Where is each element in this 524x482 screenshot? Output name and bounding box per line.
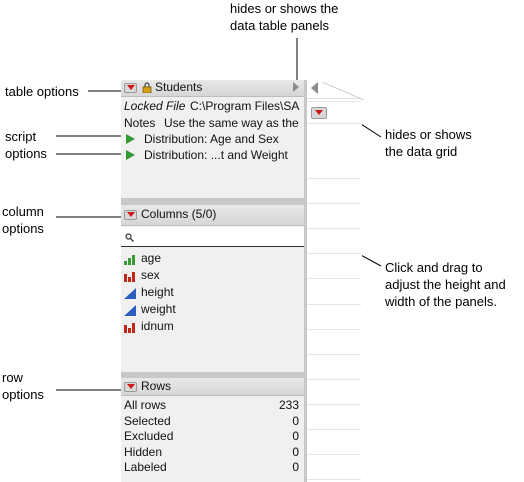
rows-panel-header: Rows <box>121 378 304 396</box>
locked-file-label: Locked File <box>124 99 186 113</box>
grid-red-triangle-button[interactable] <box>311 107 327 119</box>
search-icon <box>125 233 134 242</box>
row-state-count: 0 <box>292 445 299 459</box>
columns-panel: Columns (5/0) age sex height weight idnu… <box>121 205 304 372</box>
nominal-icon <box>124 272 135 282</box>
row-state-label: Selected <box>124 414 171 428</box>
row-state-label: All rows <box>124 398 167 412</box>
grid-row-line <box>307 429 361 430</box>
row-state-count: 233 <box>278 398 299 412</box>
grid-row-line <box>307 178 361 179</box>
grid-row-line <box>307 379 361 380</box>
notes-label: Notes <box>124 116 156 130</box>
grid-row-line <box>307 253 361 254</box>
script-item[interactable]: Distribution: ...t and Weight <box>126 148 304 163</box>
row-state-item[interactable]: Excluded 0 <box>121 429 301 445</box>
table-panel-header: Students <box>121 80 304 97</box>
run-script-icon[interactable] <box>126 134 135 144</box>
columns-title: Columns (5/0) <box>141 207 217 221</box>
column-list-item[interactable]: age <box>124 251 302 267</box>
grid-row-line <box>307 404 361 405</box>
column-list-item[interactable]: sex <box>124 268 302 284</box>
locked-file-path: C:\Program Files\SA <box>190 99 300 113</box>
continuous-icon <box>124 305 136 316</box>
row-state-count: 0 <box>292 414 299 428</box>
grid-row-line <box>307 304 361 305</box>
nominal-icon <box>124 323 135 333</box>
row-state-item[interactable]: Hidden 0 <box>121 445 301 461</box>
grid-row-line <box>307 123 361 124</box>
continuous-icon <box>124 288 136 299</box>
panel-splitter[interactable] <box>121 198 304 205</box>
row-state-label: Labeled <box>124 460 167 474</box>
ordinal-icon <box>124 255 135 265</box>
grid-row-line <box>307 354 361 355</box>
rows-title: Rows <box>141 379 172 393</box>
table-red-triangle-button[interactable] <box>124 83 137 93</box>
lock-icon <box>142 82 152 93</box>
column-list-item[interactable]: weight <box>124 302 302 318</box>
script-label: Distribution: Age and Sex <box>144 132 279 146</box>
table-panel: Students Locked File C:\Program Files\SA… <box>121 80 304 198</box>
column-list-item[interactable]: idnum <box>124 319 302 335</box>
column-list-item[interactable]: height <box>124 285 302 301</box>
script-label: Distribution: ...t and Weight <box>144 148 288 162</box>
table-title[interactable]: Students <box>155 80 202 95</box>
row-state-label: Excluded <box>124 429 174 443</box>
row-state-item[interactable]: All rows 233 <box>121 398 301 414</box>
grid-corner-diagonal <box>321 81 365 101</box>
hide-grid-icon[interactable] <box>311 82 318 94</box>
grid-row-line <box>307 228 361 229</box>
script-item[interactable]: Distribution: Age and Sex <box>126 132 304 147</box>
column-name: weight <box>141 302 176 316</box>
columns-panel-header: Columns (5/0) <box>121 205 304 226</box>
hide-panels-icon[interactable] <box>293 82 299 92</box>
grid-row-line <box>307 278 361 279</box>
row-state-item[interactable]: Labeled 0 <box>121 460 301 476</box>
column-name: sex <box>141 268 160 282</box>
rows-table: All rows 233 Selected 0 Excluded 0 Hidde… <box>121 398 304 478</box>
grid-row-line <box>307 454 361 455</box>
column-search-input[interactable] <box>121 227 304 247</box>
column-name: idnum <box>141 319 174 333</box>
row-state-count: 0 <box>292 429 299 443</box>
column-name: height <box>141 285 174 299</box>
row-state-item[interactable]: Selected 0 <box>121 414 301 430</box>
panel-grid-divider[interactable] <box>304 80 307 482</box>
row-state-label: Hidden <box>124 445 163 459</box>
columns-red-triangle-button[interactable] <box>124 210 137 220</box>
row-state-count: 0 <box>292 460 299 474</box>
grid-row-line <box>307 203 361 204</box>
notes-text: Use the same way as the <box>164 116 299 130</box>
data-grid[interactable] <box>304 80 362 482</box>
column-name: age <box>141 251 162 265</box>
grid-row-line <box>307 479 361 480</box>
rows-red-triangle-button[interactable] <box>124 382 137 392</box>
run-script-icon[interactable] <box>126 150 135 160</box>
grid-row-line <box>307 329 361 330</box>
